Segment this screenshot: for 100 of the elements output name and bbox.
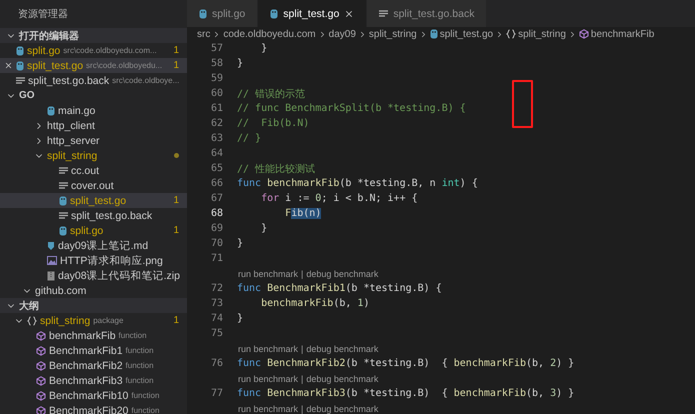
lines-file-icon <box>379 10 388 18</box>
breadcrumb-item[interactable]: split_string <box>368 28 417 40</box>
section-title: 大纲 <box>19 300 39 312</box>
section-header[interactable]: 打开的编辑器 <box>0 28 187 43</box>
file-name: github.com <box>35 284 86 296</box>
code-line: // } <box>237 133 262 144</box>
debug-benchmark-link[interactable]: debug benchmark <box>306 404 378 414</box>
tree-item[interactable]: day08课上代码和笔记.zip <box>0 268 187 283</box>
cube-icon <box>36 390 46 400</box>
open-editor-item[interactable]: split_test.go src\code.oldboyedu... 1 <box>0 58 187 73</box>
tab-label: split_test.go <box>283 8 340 20</box>
cube-icon <box>36 360 46 370</box>
run-benchmark-link[interactable]: run benchmark <box>238 404 298 414</box>
debug-benchmark-link[interactable]: debug benchmark <box>306 374 378 384</box>
symbol-kind: function <box>126 346 154 355</box>
outline-item[interactable]: BenchmarkFib1 function <box>0 343 187 358</box>
line-number: 60 <box>210 88 223 99</box>
code-line: Fib(n) <box>284 208 322 219</box>
tree-item[interactable]: HTTP请求和响应.png <box>0 253 187 268</box>
file-path: src\code.oldboyedu.com... <box>63 46 157 55</box>
editor-tab[interactable]: split_test.go <box>258 0 368 27</box>
symbol-kind: function <box>131 391 160 400</box>
run-benchmark-link[interactable]: run benchmark <box>238 268 298 278</box>
tree-item[interactable]: github.com <box>0 283 187 298</box>
tab-label: split_test.go.back <box>393 8 474 20</box>
breadcrumb-item[interactable]: split_string <box>506 28 566 40</box>
image-file-icon <box>47 256 57 265</box>
tree-item[interactable]: http_server <box>0 133 187 148</box>
line-number: 71 <box>210 253 223 264</box>
tree-item[interactable]: split.go 1 <box>0 223 187 238</box>
separator: | <box>301 268 304 278</box>
debug-benchmark-link[interactable]: debug benchmark <box>306 268 378 278</box>
file-path: src\code.oldboyedu... <box>86 61 162 70</box>
tree-item[interactable]: http_client <box>0 118 187 133</box>
debug-benchmark-link[interactable]: debug benchmark <box>306 344 378 354</box>
code-line: for i := 0; i < b.N; i++ { <box>260 193 418 204</box>
tree-item[interactable]: split_test.go.back <box>0 208 187 223</box>
file-name: split_test.go.back <box>28 74 110 86</box>
tree-item[interactable]: split_string <box>0 148 187 163</box>
symbol-name: BenchmarkFib20 <box>49 404 128 414</box>
symbol-name: BenchmarkFib2 <box>49 360 123 372</box>
markdown-file-icon <box>47 240 55 250</box>
open-editor-item[interactable]: split_test.go.back src\code.oldboye... <box>0 73 187 88</box>
editor-tab[interactable]: split_test.go.back <box>367 0 488 27</box>
file-name: split.go <box>70 224 104 236</box>
code-line: } <box>260 223 268 234</box>
file-name: split_string <box>47 150 98 162</box>
section-header[interactable]: 大纲 <box>0 298 187 313</box>
breadcrumb-item[interactable]: benchmarkFib <box>578 28 654 40</box>
open-editor-item[interactable]: split.go src\code.oldboyedu.com... 1 <box>0 43 187 58</box>
tree-item[interactable]: day09课上笔记.md <box>0 238 187 253</box>
breadcrumb-item[interactable]: code.oldboyedu.com <box>223 28 316 40</box>
outline-item[interactable]: BenchmarkFib3 function <box>0 373 187 388</box>
line-number: 65 <box>210 163 223 174</box>
go-file-icon <box>59 196 67 206</box>
line-number: 75 <box>210 328 223 339</box>
symbol-name: BenchmarkFib10 <box>49 390 128 402</box>
section-header[interactable]: GO <box>0 88 187 103</box>
go-file-icon <box>199 8 207 18</box>
code-line: func benchmarkFib(b *testing.B, n int) { <box>237 178 478 189</box>
editor-tab[interactable]: split.go <box>187 0 258 27</box>
code-line: benchmarkFib(b, 1) <box>260 298 370 309</box>
go-file-icon <box>16 46 24 56</box>
separator: | <box>301 374 304 384</box>
problem-count: 1 <box>173 60 179 71</box>
tree-item[interactable]: cover.out <box>0 178 187 193</box>
line-number: 69 <box>210 223 223 234</box>
tree-item[interactable]: cc.out <box>0 163 187 178</box>
close-icon[interactable] <box>344 8 354 18</box>
outline-item[interactable]: split_string package 1 <box>0 313 187 328</box>
line-number: 67 <box>210 193 223 204</box>
run-benchmark-link[interactable]: run benchmark <box>238 344 298 354</box>
go-file-icon <box>430 29 438 39</box>
breadcrumb-item[interactable]: day09 <box>328 28 356 40</box>
line-number: 76 <box>210 358 223 369</box>
cube-icon <box>578 29 589 39</box>
breadcrumb-item[interactable]: src <box>197 28 210 40</box>
outline-item[interactable]: benchmarkFib function <box>0 328 187 343</box>
outline-item[interactable]: BenchmarkFib10 function <box>0 388 187 403</box>
file-name: split_test.go.back <box>71 210 152 222</box>
section-title: GO <box>19 90 35 101</box>
go-file-icon <box>59 226 67 236</box>
section-title: 打开的编辑器 <box>19 30 79 42</box>
outline-item[interactable]: BenchmarkFib20 function <box>0 403 187 414</box>
code-line: // 性能比较测试 <box>237 162 316 176</box>
tree-item[interactable]: main.go <box>0 103 187 118</box>
symbol-name: BenchmarkFib3 <box>49 374 123 386</box>
file-path: src\code.oldboye... <box>112 76 180 85</box>
go-file-icon <box>47 106 55 116</box>
breadcrumb-item[interactable]: split_test.go <box>430 28 494 40</box>
problem-count: 1 <box>173 315 179 326</box>
run-benchmark-link[interactable]: run benchmark <box>238 374 298 384</box>
outline-item[interactable]: BenchmarkFib2 function <box>0 358 187 373</box>
code-line: func BenchmarkFib3(b *testing.B) { benchmarkFib(b, 3) } <box>237 388 574 399</box>
line-number: 74 <box>210 313 223 324</box>
code-line: } <box>260 43 268 54</box>
line-number: 59 <box>210 73 223 84</box>
tree-item[interactable]: split_test.go 1 <box>0 193 187 208</box>
separator: | <box>301 344 304 354</box>
close-icon[interactable] <box>4 61 13 70</box>
